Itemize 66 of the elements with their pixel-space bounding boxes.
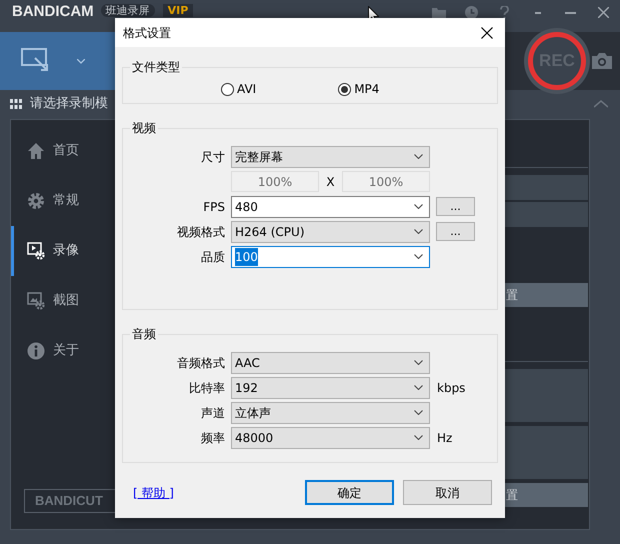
gear-icon bbox=[27, 192, 45, 210]
dropdown[interactable]: H264 (CPU) bbox=[231, 220, 430, 242]
help-link[interactable]: [ 帮助 ] bbox=[133, 484, 174, 502]
ok-button[interactable]: 确定 bbox=[305, 480, 394, 505]
chevron-icon bbox=[414, 254, 423, 259]
field-label: 视频格式 bbox=[176, 224, 225, 240]
field-label: FPS bbox=[202, 198, 225, 216]
video-settings-icon bbox=[27, 242, 45, 260]
chevron-icon bbox=[414, 204, 423, 209]
height-field: 100% bbox=[342, 171, 430, 192]
group-title: 视频 bbox=[130, 120, 158, 136]
settings-button[interactable]: 置 bbox=[505, 283, 588, 307]
group-title: 音频 bbox=[130, 326, 158, 342]
vip-badge: VIP bbox=[162, 4, 194, 17]
close-icon[interactable] bbox=[598, 7, 609, 18]
sidebar-item[interactable]: 首页 bbox=[11, 126, 115, 176]
field-label: 尺寸 bbox=[200, 148, 225, 166]
mode-prompt: 请选择录制模 bbox=[30, 95, 108, 114]
separator-text: X bbox=[325, 174, 336, 190]
chevron-icon bbox=[414, 154, 423, 159]
field-label: 比特率 bbox=[188, 380, 225, 396]
chevron-icon bbox=[414, 410, 423, 415]
sidebar-item[interactable]: 常规 bbox=[11, 176, 115, 226]
width-field: 100% bbox=[231, 171, 319, 192]
chevron-icon bbox=[414, 229, 423, 234]
group-title: 文件类型 bbox=[130, 59, 182, 75]
field-label: 频率 bbox=[200, 430, 225, 446]
home-icon bbox=[27, 142, 45, 160]
field-label: 声道 bbox=[200, 404, 225, 422]
combo-box[interactable]: 480 bbox=[231, 196, 430, 218]
close-icon bbox=[481, 26, 493, 38]
sidebar-item[interactable]: 截图 bbox=[11, 276, 115, 326]
more-button[interactable]: ... bbox=[436, 197, 475, 216]
unit-label: Hz bbox=[436, 430, 454, 446]
combo-box[interactable]: 100 bbox=[231, 246, 430, 268]
settings-button[interactable]: 置 bbox=[505, 483, 588, 507]
screen-mode-button[interactable] bbox=[0, 32, 72, 90]
unit-label: kbps bbox=[436, 380, 466, 396]
dropdown[interactable]: 48000 bbox=[231, 426, 430, 448]
field-label: 音频格式 bbox=[176, 354, 225, 372]
radio-option[interactable]: MP4 bbox=[338, 80, 380, 98]
field-label: 品质 bbox=[200, 248, 225, 266]
screen-region-icon bbox=[21, 48, 51, 74]
clock-icon[interactable] bbox=[465, 6, 478, 19]
chevron-icon bbox=[414, 360, 423, 365]
minimize-icon[interactable] bbox=[534, 12, 540, 14]
image-settings-icon bbox=[27, 292, 45, 310]
sidebar-item[interactable]: 关于 bbox=[11, 326, 115, 376]
dropdown[interactable]: AAC bbox=[231, 352, 430, 374]
chevron-icon bbox=[414, 385, 423, 390]
collapse-icon[interactable] bbox=[594, 100, 608, 108]
camera-icon[interactable] bbox=[592, 53, 612, 69]
dialog-title: 格式设置 bbox=[123, 24, 171, 42]
dropdown[interactable]: 立体声 bbox=[231, 402, 430, 424]
more-button[interactable]: ... bbox=[436, 222, 475, 241]
dropdown[interactable]: 完整屏幕 bbox=[231, 146, 430, 168]
help-icon[interactable] bbox=[500, 6, 509, 19]
caret-icon bbox=[77, 58, 85, 64]
radio-option[interactable]: AVI bbox=[221, 80, 256, 98]
cancel-button[interactable]: 取消 bbox=[403, 480, 492, 505]
app-logo: BANDICAM bbox=[12, 4, 94, 19]
edition-tag: 班迪录屏 bbox=[100, 4, 155, 17]
grid-icon bbox=[10, 99, 22, 109]
info-icon bbox=[27, 342, 45, 360]
chevron-icon bbox=[414, 435, 423, 440]
dropdown[interactable]: 192 bbox=[231, 376, 430, 398]
